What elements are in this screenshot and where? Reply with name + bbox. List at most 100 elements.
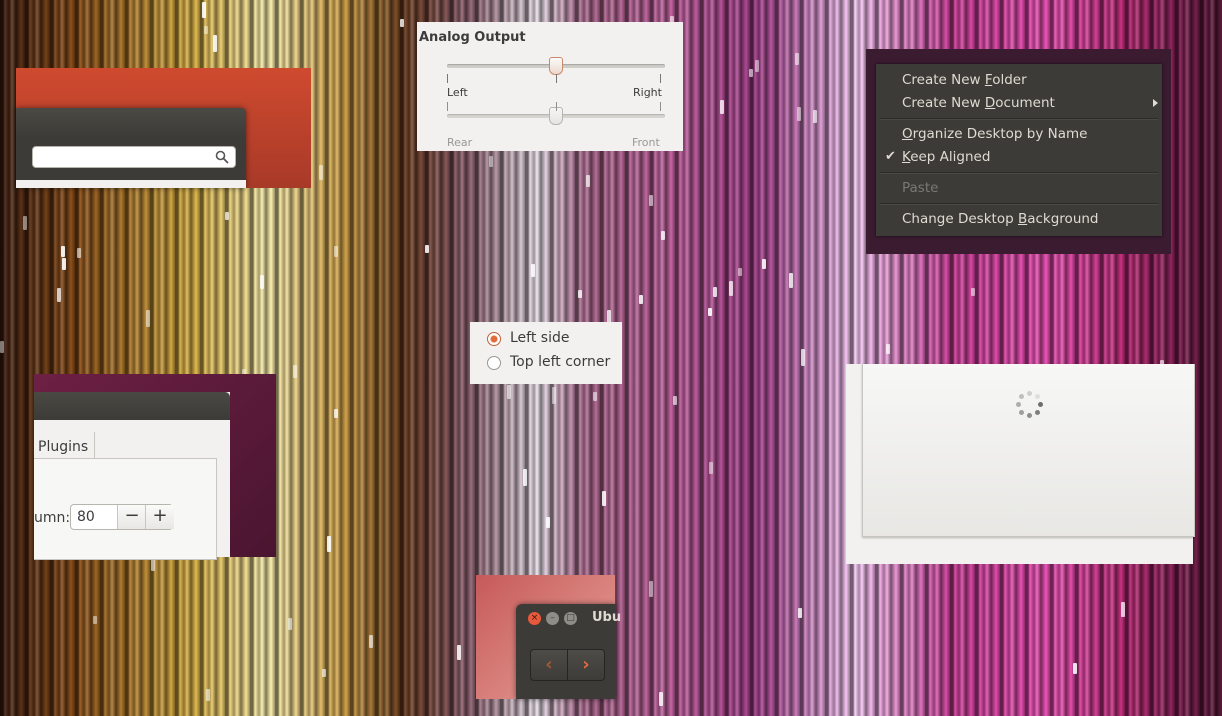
sparkle: [813, 110, 817, 123]
menu-item-create-new-folder[interactable]: Create New Folder: [902, 72, 1027, 88]
sparkle: [971, 288, 975, 296]
sparkle: [93, 616, 97, 624]
menu-item-organize-desktop[interactable]: Organize Desktop by Name: [902, 126, 1087, 142]
spinner-dot: [1016, 402, 1021, 407]
spinner-dot: [1034, 409, 1040, 415]
spinner-dot: [1038, 402, 1043, 407]
fade-front-label: Front: [632, 136, 660, 149]
menu-item-keep-aligned[interactable]: Keep Aligned: [902, 149, 990, 165]
sparkle: [649, 581, 653, 597]
sparkle: [400, 19, 404, 27]
sparkle: [639, 295, 643, 304]
back-button[interactable]: ‹: [531, 650, 568, 680]
plugins-window-titlebar[interactable]: [34, 392, 230, 420]
slider-tick: [447, 74, 448, 83]
search-window: [16, 108, 246, 188]
analog-output-title: Analog Output: [419, 30, 526, 45]
sparkle: [729, 281, 733, 296]
column-spinbutton[interactable]: 80 − +: [70, 504, 174, 530]
menu-item-change-background[interactable]: Change Desktop Background: [902, 211, 1099, 227]
radio-left-side-label[interactable]: Left side: [510, 330, 569, 346]
sparkle: [552, 387, 556, 404]
radio-top-left-corner[interactable]: [487, 356, 501, 370]
sparkle: [213, 35, 217, 52]
search-window-titlebar[interactable]: [16, 108, 246, 138]
fade-slider[interactable]: [447, 102, 665, 125]
sparkle: [61, 246, 65, 257]
sparkle: [789, 273, 793, 288]
sparkle: [288, 618, 292, 630]
search-icon[interactable]: [215, 150, 229, 164]
sparkle: [1073, 663, 1077, 674]
slider-tick: [556, 74, 557, 83]
sparkle: [293, 365, 297, 378]
sparkle: [886, 344, 890, 354]
sparkle: [798, 608, 802, 618]
slider-tick: [660, 102, 661, 111]
tab-plugins[interactable]: Plugins: [34, 432, 96, 458]
loading-panel: [846, 364, 1195, 564]
sparkle: [204, 26, 208, 34]
search-input[interactable]: [32, 146, 236, 168]
balance-right-label: Right: [633, 86, 662, 99]
sparkle: [713, 287, 717, 297]
fade-rear-label: Rear: [447, 136, 473, 149]
window-title: Ubu: [592, 610, 622, 625]
sparkle: [586, 175, 590, 187]
spinner-dot: [1027, 413, 1032, 418]
column-spinbutton-value[interactable]: 80: [77, 509, 95, 525]
maximize-window-button[interactable]: □: [564, 612, 577, 625]
sparkle: [797, 107, 801, 121]
radio-top-left-corner-label[interactable]: Top left corner: [510, 354, 610, 370]
sparkle: [673, 396, 677, 405]
sparkle: [327, 536, 331, 552]
sparkle: [334, 246, 338, 257]
plugins-window: Plugins umn: 80 − +: [34, 392, 230, 560]
sparkle: [1121, 602, 1125, 617]
sparkle: [578, 290, 582, 298]
increment-button[interactable]: +: [145, 505, 174, 529]
sparkle: [801, 349, 805, 366]
menu-separator: [880, 203, 1158, 205]
sparkle: [531, 264, 535, 277]
sparkle: [206, 689, 210, 701]
sparkle: [334, 409, 338, 418]
sparkle: [0, 341, 4, 353]
forward-button[interactable]: ›: [568, 650, 604, 680]
minimize-window-button[interactable]: –: [546, 612, 559, 625]
loading-content-area: [862, 364, 1195, 537]
sparkle: [62, 258, 66, 270]
balance-slider[interactable]: [447, 57, 665, 83]
sparkle: [319, 165, 323, 180]
sparkle: [457, 645, 461, 660]
sparkle: [546, 517, 550, 528]
sparkle: [260, 275, 264, 289]
decrement-button[interactable]: −: [117, 505, 146, 529]
sparkle: [762, 259, 766, 269]
spinner-dot: [1019, 394, 1025, 400]
close-window-button[interactable]: ×: [528, 612, 541, 625]
menu-separator: [880, 172, 1158, 174]
menu-item-create-new-document[interactable]: Create New Document: [902, 95, 1055, 111]
sparkle: [661, 231, 665, 240]
spinner-dot: [1019, 409, 1025, 415]
radio-left-side[interactable]: [487, 332, 501, 346]
sparkle: [225, 212, 229, 220]
column-field-label: umn:: [34, 510, 71, 526]
sparkle: [720, 100, 724, 114]
navigation-buttons: ‹ ›: [530, 649, 605, 681]
sparkle: [146, 310, 150, 327]
menu-separator: [880, 118, 1158, 120]
balance-slider-thumb[interactable]: [549, 57, 563, 75]
sparkle: [507, 385, 511, 399]
slider-tick: [556, 102, 557, 111]
sparkle: [709, 462, 713, 474]
sparkle: [749, 69, 753, 77]
sparkle: [795, 53, 799, 65]
sparkle: [425, 245, 429, 253]
menu-item-paste: Paste: [902, 180, 939, 196]
sparkle: [322, 669, 326, 677]
sparkle: [77, 248, 81, 258]
sparkle: [523, 469, 527, 486]
loading-spinner-icon: [1015, 390, 1045, 420]
